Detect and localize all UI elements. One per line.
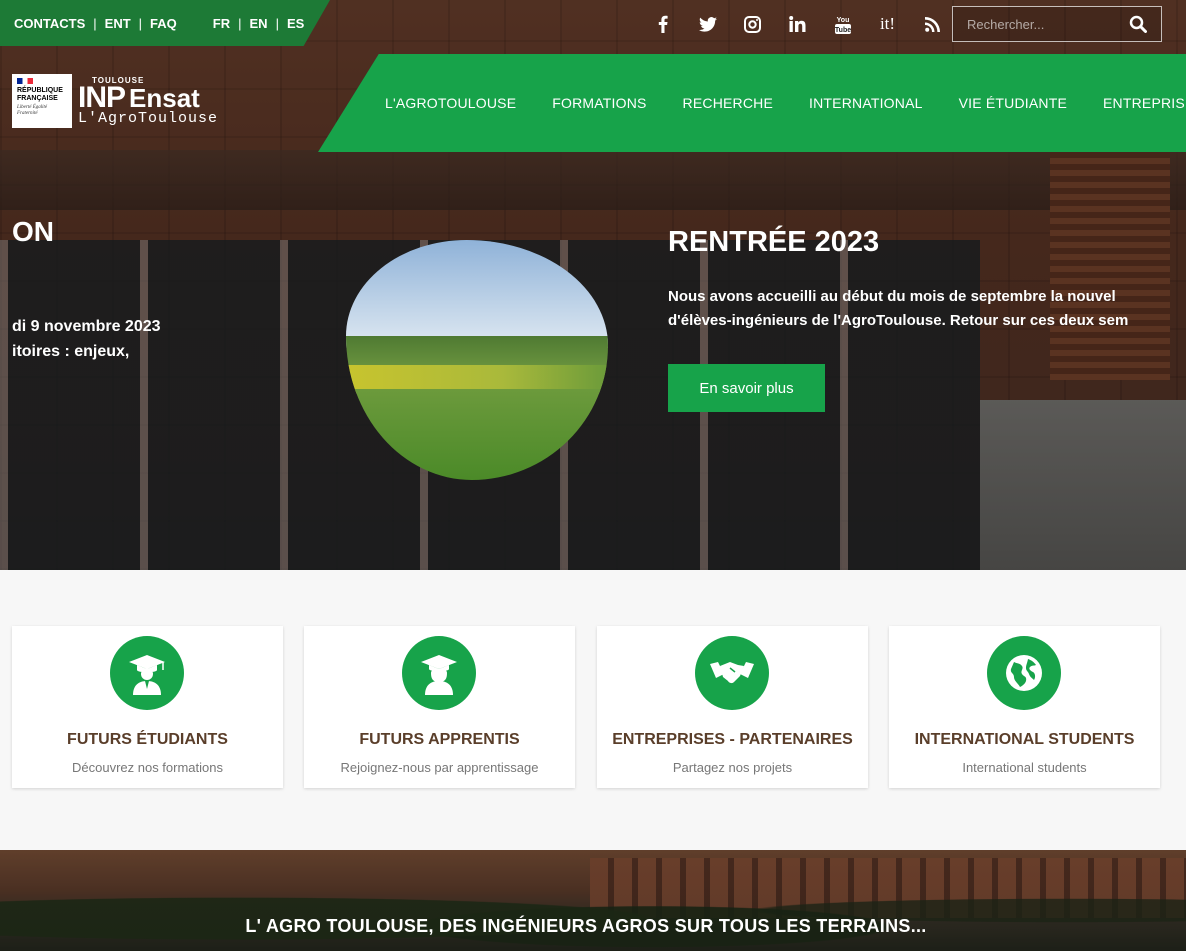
top-links-bar: CONTACTS | ENT | FAQ FR | EN | ES [0, 0, 330, 46]
lang-es-link[interactable]: ES [287, 16, 304, 31]
scoopit-label: it! [879, 14, 896, 33]
twitter-icon[interactable] [685, 12, 730, 36]
slide-title: RENTRÉE 2023 [668, 226, 880, 258]
lang-en-link[interactable]: EN [250, 16, 268, 31]
republique-label: RÉPUBLIQUE FRANÇAISE [17, 87, 63, 102]
slide-date: di 9 novembre 2023 [12, 318, 161, 335]
banner-heading: L' AGRO TOULOUSE, DES INGÉNIEURS AGROS S… [245, 916, 927, 936]
slide-text-line-2: d'élèves-ingénieurs de l'AgroToulouse. R… [668, 312, 1129, 329]
slide-description: itoires : enjeux, [12, 343, 130, 360]
handshake-icon [695, 636, 769, 710]
card-subtitle: Partagez nos projets [672, 760, 793, 775]
youtube-icon[interactable]: You Tube [820, 12, 865, 36]
card-futurs-apprentis[interactable]: FUTURS APPRENTIS Rejoignez-nous par appr… [304, 626, 575, 788]
card-international-students[interactable]: INTERNATIONAL STUDENTS International stu… [889, 626, 1160, 788]
motto-label: Liberté Égalité Fraternité [17, 105, 48, 116]
countryside-image [346, 240, 608, 480]
card-subtitle: Rejoignez-nous par apprentissage [340, 760, 539, 775]
agro-label: L'AgroToulouse [78, 109, 219, 127]
card-title: INTERNATIONAL STUDENTS [914, 731, 1135, 748]
graduate-female-icon [402, 636, 476, 710]
french-flag-icon [17, 78, 33, 84]
nav-formations[interactable]: FORMATIONS [552, 95, 646, 111]
facebook-icon[interactable] [640, 12, 685, 36]
social-links: You Tube it! [640, 12, 955, 36]
scoopit-icon[interactable]: it! [865, 12, 910, 36]
ensat-label: Ensat [129, 82, 200, 113]
faq-link[interactable]: FAQ [150, 16, 177, 31]
card-subtitle: Découvrez nos formations [71, 760, 223, 775]
bottom-banner: L' AGRO TOULOUSE, DES INGÉNIEURS AGROS S… [0, 850, 1186, 951]
instagram-icon[interactable] [730, 12, 775, 36]
card-title: ENTREPRISES - PARTENAIRES [612, 731, 853, 748]
youtube-label-bottom: Tube [835, 27, 851, 34]
nav-international[interactable]: INTERNATIONAL [809, 95, 923, 111]
ent-link[interactable]: ENT [105, 16, 131, 31]
lang-fr-link[interactable]: FR [213, 16, 230, 31]
nav-entreprises[interactable]: ENTREPRISES [1103, 95, 1186, 111]
nav-recherche[interactable]: RECHERCHE [683, 95, 773, 111]
globe-icon [987, 636, 1061, 710]
search-box [952, 6, 1162, 42]
graduate-icon [110, 636, 184, 710]
nav-agrotoulouse[interactable]: L'AGROTOULOUSE [385, 95, 516, 111]
linkedin-icon[interactable] [775, 12, 820, 36]
card-title: FUTURS APPRENTIS [359, 731, 520, 748]
slide-text-line-1: Nous avons accueilli au début du mois de… [668, 288, 1116, 305]
main-nav: L'AGROTOULOUSE FORMATIONS RECHERCHE INTE… [318, 54, 1186, 152]
rss-icon[interactable] [910, 12, 955, 36]
slide-title: ON [12, 216, 54, 247]
card-subtitle: International students [962, 760, 1087, 775]
inp-label: INP [78, 80, 126, 114]
youtube-label-top: You [836, 17, 849, 24]
card-entreprises-partenaires[interactable]: ENTREPRISES - PARTENAIRES Partagez nos p… [597, 626, 868, 788]
search-icon[interactable] [1123, 9, 1153, 39]
nav-vie-etudiante[interactable]: VIE ÉTUDIANTE [959, 95, 1067, 111]
en-savoir-plus-button[interactable]: En savoir plus [668, 364, 825, 412]
republique-francaise-logo: RÉPUBLIQUE FRANÇAISE Liberté Égalité Fra… [12, 74, 72, 128]
card-futurs-etudiants[interactable]: FUTURS ÉTUDIANTS Découvrez nos formation… [12, 626, 283, 788]
inp-ensat-logo: TOULOUSE INP Ensat L'AgroToulouse [78, 76, 218, 127]
card-title: FUTURS ÉTUDIANTS [67, 731, 228, 748]
contacts-link[interactable]: CONTACTS [14, 16, 85, 31]
search-input[interactable] [953, 15, 1123, 33]
site-logo[interactable]: RÉPUBLIQUE FRANÇAISE Liberté Égalité Fra… [12, 74, 218, 128]
